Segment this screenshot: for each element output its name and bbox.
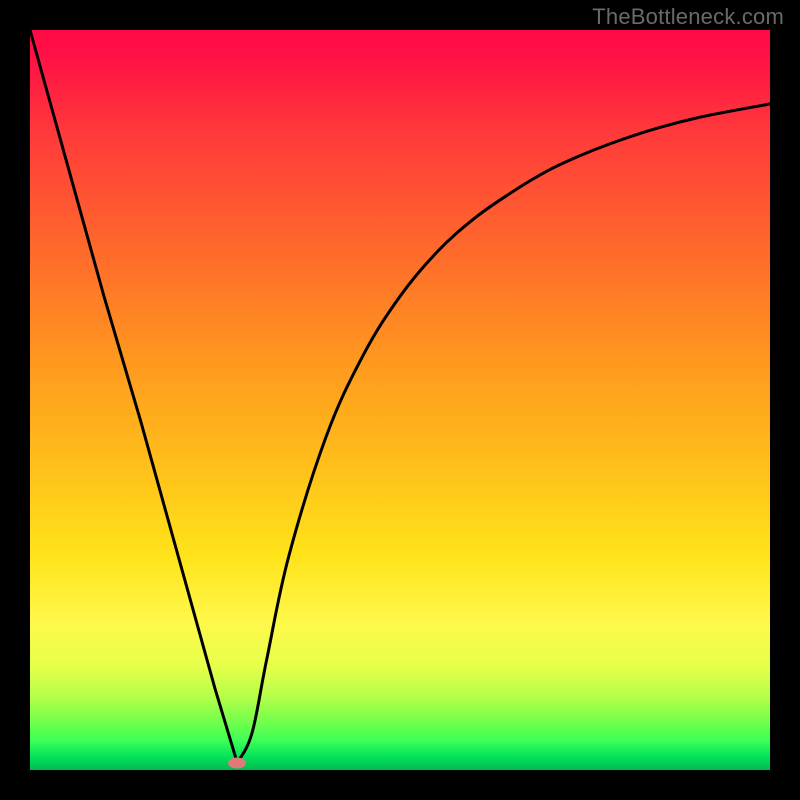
curve-svg <box>30 30 770 770</box>
chart-frame: TheBottleneck.com <box>0 0 800 800</box>
plot-area <box>30 30 770 770</box>
watermark-text: TheBottleneck.com <box>592 4 784 30</box>
bottleneck-curve-path <box>30 30 770 763</box>
minimum-marker <box>228 757 246 768</box>
